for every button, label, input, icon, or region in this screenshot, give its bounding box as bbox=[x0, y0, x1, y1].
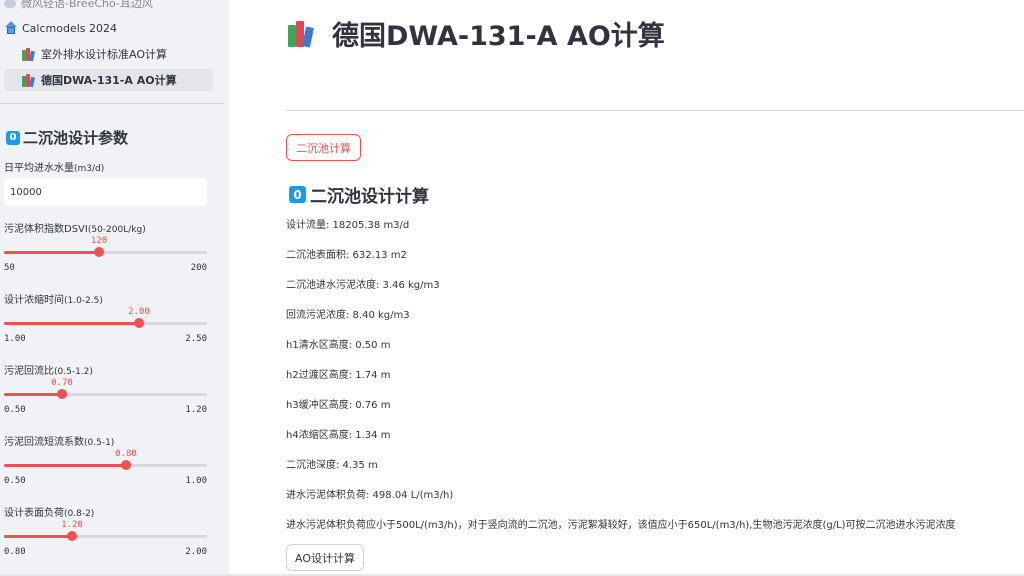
inflow-label: 日平均进水水量(m3/d) bbox=[4, 159, 104, 174]
slider-max: 2.50 bbox=[185, 334, 207, 344]
books-icon bbox=[288, 20, 318, 48]
nav-item-label: 德国DWA-131-A AO计算 bbox=[41, 74, 177, 87]
nav-item-outdoor-drainage-ao[interactable]: 室外排水设计标准AO计算 bbox=[4, 43, 213, 65]
divider bbox=[286, 110, 1024, 111]
return-ratio-label: 污泥回流比(0.5-1.2) bbox=[4, 362, 93, 377]
slider-hint: (0.8-2) bbox=[64, 509, 95, 519]
section-title: 0 二沉池设计计算 bbox=[289, 182, 429, 207]
nav-item-label: 微风轻语-BreeCho-耳边风 bbox=[21, 0, 153, 10]
slider-thumb[interactable] bbox=[94, 247, 104, 257]
inflow-label-text: 日平均进水水量 bbox=[4, 163, 74, 174]
slider-value: 2.00 bbox=[128, 307, 150, 317]
inflow-input[interactable] bbox=[4, 178, 207, 206]
slider-hint: (0.5-1.2) bbox=[54, 367, 93, 377]
slider-thumb[interactable] bbox=[57, 389, 67, 399]
sidebar-section-title-text: 二沉池设计参数 bbox=[23, 129, 129, 147]
section-title-text: 二沉池设计计算 bbox=[310, 187, 429, 207]
slider-value: 1.20 bbox=[61, 520, 83, 530]
slider-thumb[interactable] bbox=[121, 460, 131, 470]
slider-fill bbox=[4, 535, 72, 538]
inflow-unit: (m3/d) bbox=[74, 164, 105, 174]
slider-min: 1.00 bbox=[4, 334, 26, 344]
dsvi-slider[interactable]: 120 50 200 bbox=[4, 236, 207, 276]
books-icon bbox=[22, 47, 38, 61]
result-surface-area: 二沉池表面积: 632.13 m2 bbox=[286, 250, 407, 261]
page-title: 德国DWA-131-A AO计算 bbox=[288, 14, 665, 53]
slider-value: 0.80 bbox=[115, 449, 137, 459]
chat-icon bbox=[4, 0, 16, 8]
result-h4: h4浓缩区高度: 1.34 m bbox=[286, 430, 391, 441]
slider-label-text: 污泥回流短流系数 bbox=[4, 437, 84, 448]
slider-hint: (0.5-1) bbox=[84, 438, 115, 448]
slider-min: 0.50 bbox=[4, 476, 26, 486]
sidebar: 微风轻语-BreeCho-耳边风 Calcmodels 2024 室外排水设计标… bbox=[0, 0, 229, 576]
slider-label-text: 污泥回流比 bbox=[4, 366, 54, 377]
nav-item-label: 室外排水设计标准AO计算 bbox=[41, 48, 167, 61]
thickening-time-label: 设计浓缩时间(1.0-2.5) bbox=[4, 291, 103, 306]
sidebar-divider bbox=[0, 103, 224, 104]
surface-load-label: 设计表面负荷(0.8-2) bbox=[4, 504, 94, 519]
slider-value: 0.70 bbox=[51, 378, 73, 388]
result-return-sludge-conc: 回流污泥浓度: 8.40 kg/m3 bbox=[286, 310, 410, 321]
slider-thumb[interactable] bbox=[67, 531, 77, 541]
page-title-text: 德国DWA-131-A AO计算 bbox=[332, 21, 665, 52]
slider-min: 0.80 bbox=[4, 547, 26, 557]
slider-fill bbox=[4, 464, 126, 467]
short-flow-coef-label: 污泥回流短流系数(0.5-1) bbox=[4, 433, 114, 448]
result-inflow-sludge-conc: 二沉池进水污泥浓度: 3.46 kg/m3 bbox=[286, 280, 440, 291]
slider-hint: (50-200L/kg) bbox=[87, 225, 146, 235]
house-icon bbox=[4, 21, 18, 35]
keycap-zero-icon: 0 bbox=[289, 186, 306, 203]
result-sludge-volume-load: 进水污泥体积负荷: 498.04 L/(m3/h) bbox=[286, 490, 454, 501]
books-icon bbox=[22, 73, 38, 87]
slider-label-text: 设计表面负荷 bbox=[4, 508, 64, 519]
slider-max: 1.20 bbox=[185, 405, 207, 415]
result-h3: h3缓冲区高度: 0.76 m bbox=[286, 400, 391, 411]
slider-label-text: 设计浓缩时间 bbox=[4, 295, 64, 306]
slider-min: 0.50 bbox=[4, 405, 26, 415]
slider-fill bbox=[4, 393, 62, 396]
slider-max: 2.00 bbox=[185, 547, 207, 557]
dsvi-label: 污泥体积指数DSVI(50-200L/kg) bbox=[4, 220, 146, 235]
slider-thumb[interactable] bbox=[134, 318, 144, 328]
slider-label-text: 污泥体积指数DSVI bbox=[4, 224, 88, 235]
slider-hint: (1.0-2.5) bbox=[64, 296, 103, 306]
short-flow-coef-slider[interactable]: 0.80 0.50 1.00 bbox=[4, 449, 207, 489]
result-design-flow: 设计流量: 18205.38 m3/d bbox=[286, 220, 410, 231]
sidebar-section-title: 0 二沉池设计参数 bbox=[6, 127, 128, 148]
nav-item-dwa-131-ao[interactable]: 德国DWA-131-A AO计算 bbox=[4, 69, 213, 91]
result-clarifier-depth: 二沉池深度: 4.35 m bbox=[286, 460, 378, 471]
clarifier-calc-button[interactable]: 二沉池计算 bbox=[286, 134, 361, 161]
nav-item-label: Calcmodels 2024 bbox=[22, 21, 117, 35]
result-h1: h1清水区高度: 0.50 m bbox=[286, 340, 391, 351]
main-content: 德国DWA-131-A AO计算 二沉池计算 0 二沉池设计计算 设计流量: 1… bbox=[229, 0, 1024, 576]
keycap-zero-icon: 0 bbox=[6, 130, 20, 145]
result-h2: h2过渡区高度: 1.74 m bbox=[286, 370, 391, 381]
surface-load-slider[interactable]: 1.20 0.80 2.00 bbox=[4, 520, 207, 560]
slider-min: 50 bbox=[4, 263, 15, 273]
slider-max: 1.00 bbox=[185, 476, 207, 486]
thickening-time-slider[interactable]: 2.00 1.00 2.50 bbox=[4, 307, 207, 347]
note-text: 进水污泥体积负荷应小于500L/(m3/h)，对于竖向流的二沉池，污泥絮凝较好，… bbox=[286, 520, 956, 531]
nav-item-breecho[interactable]: 微风轻语-BreeCho-耳边风 bbox=[4, 0, 213, 14]
slider-value: 120 bbox=[90, 236, 108, 246]
return-ratio-slider[interactable]: 0.70 0.50 1.20 bbox=[4, 378, 207, 418]
slider-fill bbox=[4, 251, 99, 254]
ao-design-calc-button[interactable]: AO设计计算 bbox=[286, 544, 364, 571]
slider-fill bbox=[4, 322, 139, 325]
slider-max: 200 bbox=[190, 263, 207, 273]
nav-item-calcmodels[interactable]: Calcmodels 2024 bbox=[4, 17, 213, 39]
